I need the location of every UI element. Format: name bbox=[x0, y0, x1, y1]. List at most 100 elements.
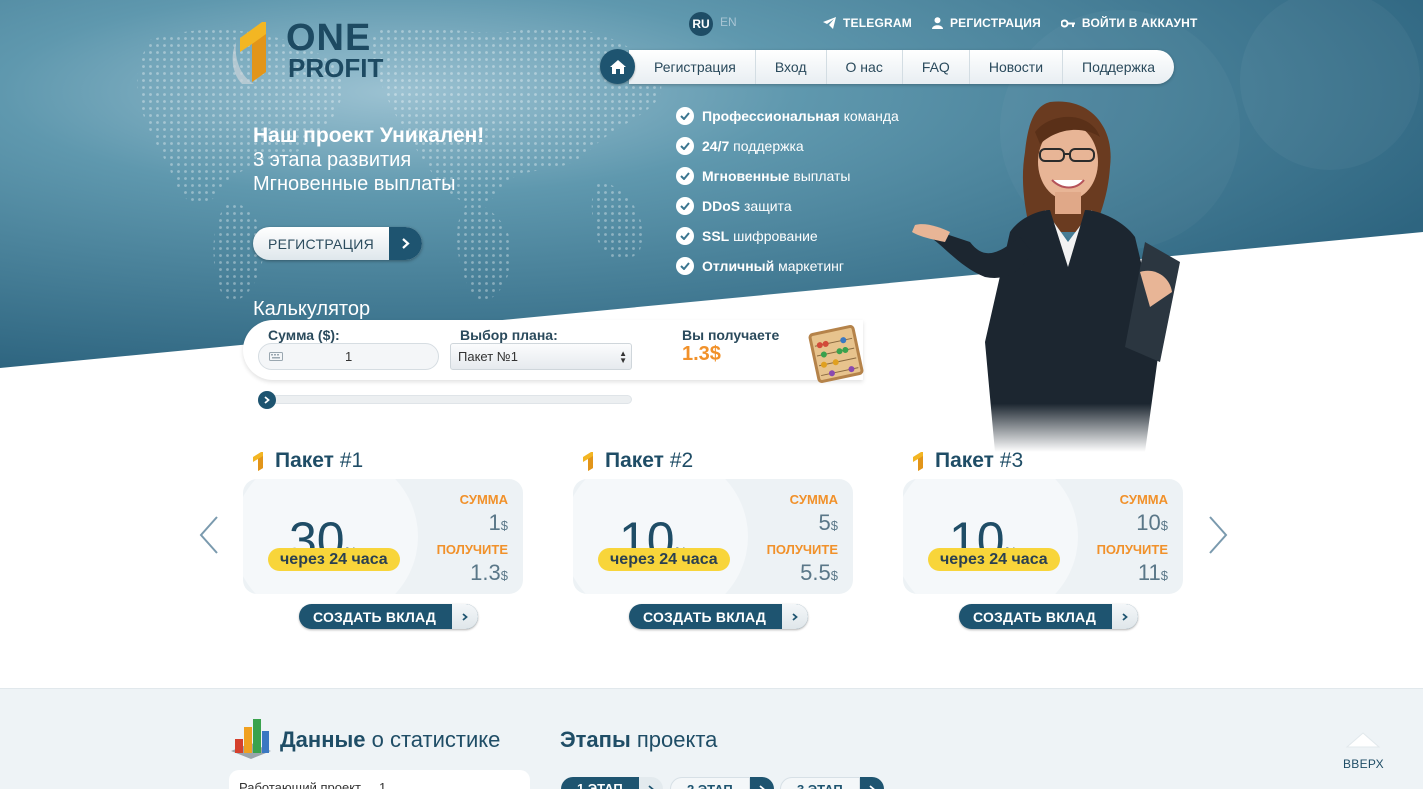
amount-input[interactable]: 1 bbox=[258, 343, 439, 370]
chevron-right-icon bbox=[859, 777, 884, 789]
check-icon bbox=[676, 137, 694, 155]
feature-bold: Мгновенные bbox=[702, 168, 790, 184]
feature-bold: Профессиональная bbox=[702, 108, 840, 124]
feature-item: 24/7 поддержка bbox=[676, 131, 899, 161]
chevron-right-icon bbox=[264, 396, 270, 404]
scroll-to-top-button[interactable]: ВВЕРХ bbox=[1343, 731, 1384, 771]
amount-slider-track[interactable] bbox=[258, 395, 632, 404]
hero-register-button[interactable]: РЕГИСТРАЦИЯ bbox=[253, 227, 423, 260]
feature-item: Отличный маркетинг bbox=[676, 251, 899, 281]
package-title: Пакет #2 bbox=[581, 448, 853, 474]
check-icon bbox=[676, 227, 694, 245]
stage-tab-label: 1 ЭТАП bbox=[561, 777, 639, 789]
create-deposit-button[interactable]: СОЗДАТЬ ВКЛАД bbox=[959, 604, 1138, 629]
carousel-prev-icon[interactable] bbox=[198, 515, 220, 555]
businesswoman-illustration bbox=[912, 101, 1180, 452]
feature-bold: DDoS bbox=[702, 198, 741, 214]
package-get-label: ПОЛУЧИТЕ bbox=[1096, 542, 1168, 557]
abacus-icon bbox=[808, 325, 864, 383]
main-nav: Регистрация Вход О нас FAQ Новости Подде… bbox=[600, 49, 1175, 84]
brand-name: ONE PROFIT bbox=[286, 17, 384, 84]
create-deposit-label: СОЗДАТЬ ВКЛАД bbox=[643, 608, 766, 625]
brand-name-line1: ONE bbox=[286, 17, 372, 59]
nav-bar: Регистрация Вход О нас FAQ Новости Подде… bbox=[629, 49, 1175, 84]
package-title-bold: Пакет bbox=[605, 449, 664, 472]
package-sum-label: СУММА bbox=[459, 492, 508, 507]
feature-item: Мгновенные выплаты bbox=[676, 161, 899, 191]
feature-item: SSL шифрование bbox=[676, 221, 899, 251]
lang-en[interactable]: EN bbox=[717, 12, 740, 36]
package-get-value: 1.3$ bbox=[470, 560, 508, 585]
result-label: Вы получаете bbox=[682, 327, 780, 343]
top-links: TELEGRAM РЕГИСТРАЦИЯ ВОЙТИ В АККАУНТ bbox=[823, 16, 1198, 30]
nav-home-button[interactable] bbox=[600, 49, 635, 84]
calculator-title: Калькулятор bbox=[253, 298, 371, 320]
plan-select-value: Пакет №1 bbox=[458, 349, 518, 364]
package-sum-label: СУММА bbox=[1119, 492, 1168, 507]
register-link[interactable]: РЕГИСТРАЦИЯ bbox=[931, 16, 1041, 30]
nav-item-news[interactable]: Новости bbox=[968, 49, 1062, 84]
register-link-label: РЕГИСТРАЦИЯ bbox=[949, 16, 1041, 30]
hero-subtitle-1: 3 этапа развития bbox=[253, 149, 412, 171]
key-icon bbox=[1060, 19, 1075, 27]
feature-item: Профессиональная команда bbox=[676, 101, 899, 131]
package-card: Пакет #2 10% через 24 часа СУММА 5$ ПОЛУ… bbox=[573, 448, 853, 629]
check-icon bbox=[676, 167, 694, 185]
stats-card: Работающий проект ... 1 bbox=[229, 770, 530, 789]
chevron-right-icon bbox=[782, 604, 808, 629]
home-icon bbox=[609, 59, 626, 74]
amount-slider-handle[interactable] bbox=[258, 391, 276, 409]
brand-name-line2: PROFIT bbox=[288, 53, 384, 84]
create-deposit-button[interactable]: СОЗДАТЬ ВКЛАД bbox=[629, 604, 808, 629]
brand-logo[interactable]: ONE PROFIT bbox=[232, 18, 392, 84]
login-link[interactable]: ВОЙТИ В АККАУНТ bbox=[1060, 16, 1198, 30]
chevron-right-icon bbox=[389, 227, 423, 260]
package-sum-value: 1$ bbox=[488, 510, 508, 535]
feature-text: маркетинг bbox=[774, 258, 844, 274]
chevron-right-icon bbox=[452, 604, 478, 629]
create-deposit-label: СОЗДАТЬ ВКЛАД bbox=[973, 608, 1096, 625]
feature-list: Профессиональная команда 24/7 поддержка … bbox=[676, 101, 899, 281]
hero-text: Наш проект Уникален! 3 этапа развития Мг… bbox=[253, 124, 484, 196]
hero-register-label: РЕГИСТРАЦИЯ bbox=[268, 235, 375, 252]
feature-bold: Отличный bbox=[702, 258, 775, 274]
brand-mark-icon bbox=[913, 452, 923, 471]
stage-tab-2[interactable]: 2 ЭТАП bbox=[670, 777, 774, 789]
stage-tab-1[interactable]: 1 ЭТАП bbox=[561, 777, 663, 789]
nav-item-support[interactable]: Поддержка bbox=[1062, 49, 1174, 84]
package-title-number: #3 bbox=[993, 449, 1024, 472]
arrow-up-icon bbox=[1346, 732, 1381, 748]
telegram-link[interactable]: TELEGRAM bbox=[823, 16, 912, 30]
lang-ru[interactable]: RU bbox=[689, 12, 713, 36]
carousel-next-icon[interactable] bbox=[1207, 515, 1229, 555]
language-switcher: RU EN bbox=[689, 12, 740, 36]
package-sum-value: 10$ bbox=[1136, 510, 1168, 535]
plan-select[interactable]: Пакет №1 ▲ ▼ bbox=[450, 343, 632, 370]
stage-tab-3[interactable]: 3 ЭТАП bbox=[780, 777, 884, 789]
keyboard-icon bbox=[269, 352, 283, 361]
amount-value: 1 bbox=[345, 349, 353, 364]
telegram-link-label: TELEGRAM bbox=[843, 16, 912, 30]
bar-chart-icon bbox=[231, 719, 271, 759]
check-icon bbox=[676, 257, 694, 275]
feature-text: выплаты bbox=[789, 168, 851, 184]
stats-row: Работающий проект ... 1 bbox=[239, 780, 387, 789]
result-value: 1.3$ bbox=[682, 343, 721, 365]
stages-section-title: Этапы проекта bbox=[560, 727, 718, 752]
nav-item-about[interactable]: О нас bbox=[825, 49, 902, 84]
chevron-right-icon bbox=[749, 777, 774, 789]
nav-item-login[interactable]: Вход bbox=[754, 49, 826, 84]
create-deposit-button[interactable]: СОЗДАТЬ ВКЛАД bbox=[299, 604, 478, 629]
hero-subtitle-2: Мгновенные выплаты bbox=[253, 173, 456, 195]
hero-title: Наш проект Уникален! bbox=[253, 124, 485, 147]
feature-text: защита bbox=[740, 198, 792, 214]
nav-item-registration[interactable]: Регистрация bbox=[635, 50, 755, 84]
brand-logo-icon bbox=[232, 22, 266, 84]
package-info: 30% через 24 часа СУММА 1$ ПОЛУЧИТЕ 1.3$ bbox=[243, 479, 523, 594]
login-link-label: ВОЙТИ В АККАУНТ bbox=[1081, 16, 1198, 30]
package-card: Пакет #1 30% через 24 часа СУММА 1$ ПОЛУ… bbox=[243, 448, 523, 629]
stats-section-title: Данные о статистике bbox=[280, 727, 501, 752]
nav-item-faq[interactable]: FAQ bbox=[901, 49, 969, 84]
package-get-label: ПОЛУЧИТЕ bbox=[766, 542, 838, 557]
package-card: Пакет #3 10% через 24 часа СУММА 10$ ПОЛ… bbox=[903, 448, 1183, 629]
